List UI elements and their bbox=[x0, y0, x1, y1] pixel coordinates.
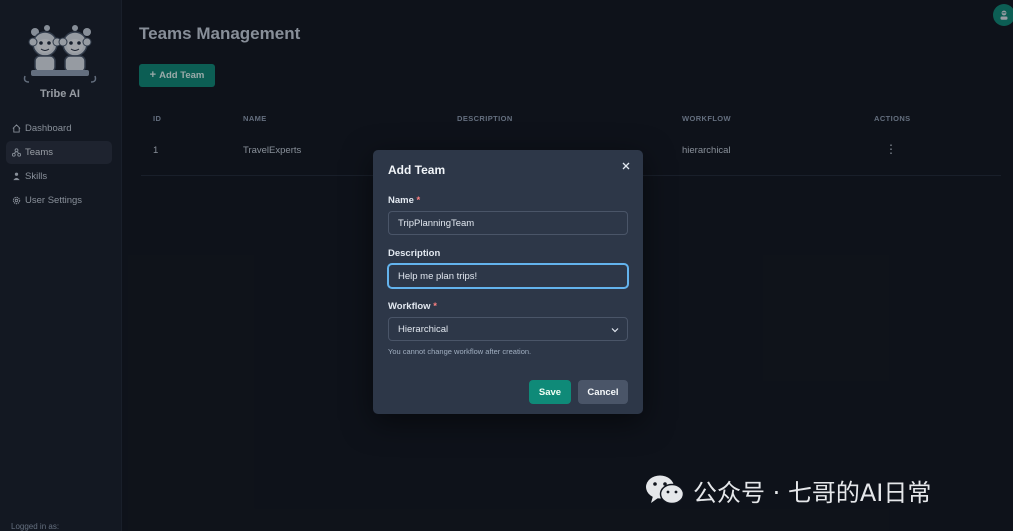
save-button[interactable]: Save bbox=[529, 380, 571, 404]
watermark: 公众号 · 七哥的AI日常 bbox=[645, 470, 931, 510]
chevron-down-icon bbox=[611, 328, 619, 333]
workflow-helper-text: You cannot change workflow after creatio… bbox=[388, 347, 532, 356]
description-label: Description bbox=[388, 248, 441, 259]
required-marker: * bbox=[433, 301, 437, 312]
required-marker: * bbox=[416, 195, 421, 206]
name-label: Name * bbox=[388, 195, 421, 206]
cancel-button[interactable]: Cancel bbox=[578, 380, 628, 404]
watermark-text: 公众号 · 七哥的AI日常 bbox=[693, 478, 932, 507]
name-field[interactable] bbox=[388, 211, 628, 235]
description-field[interactable] bbox=[388, 264, 628, 288]
modal-title: Add Team bbox=[388, 163, 446, 177]
workflow-selected-value: Hierarchical bbox=[398, 323, 449, 335]
workflow-label: Workflow * bbox=[388, 301, 437, 312]
workflow-select[interactable]: Hierarchical bbox=[388, 317, 628, 341]
wechat-icon bbox=[646, 475, 685, 505]
add-team-modal: Add Team Name * Description Workflow * H… bbox=[373, 150, 643, 414]
close-icon[interactable] bbox=[619, 159, 633, 173]
